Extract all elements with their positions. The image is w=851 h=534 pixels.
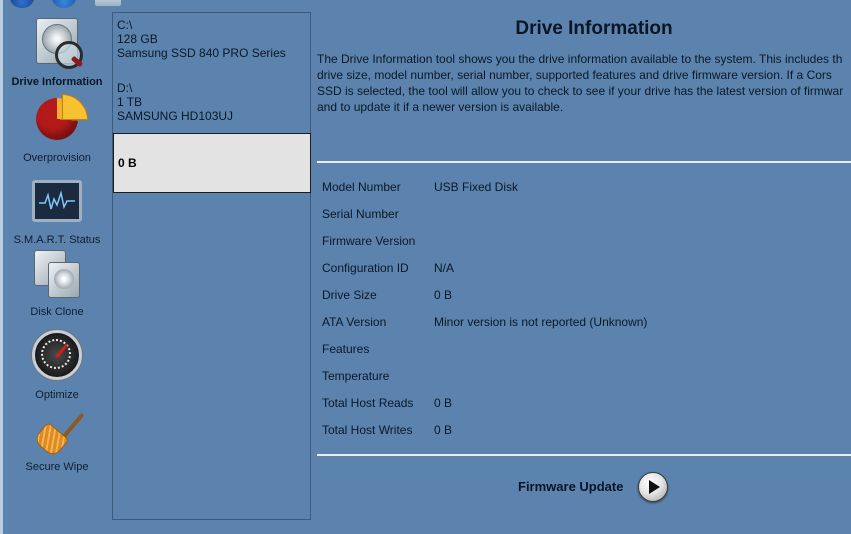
drive-path: D:\ <box>117 81 133 95</box>
info-value: 0 B <box>434 288 453 302</box>
sidebar-item-label: Secure Wipe <box>25 461 89 473</box>
info-label: ATA Version <box>322 315 387 329</box>
info-label: Features <box>322 342 370 356</box>
drive-size: 128 GB <box>117 32 158 46</box>
drive-size: 1 TB <box>117 95 143 109</box>
monitor-icon <box>32 180 82 222</box>
divider-top <box>317 161 851 163</box>
info-label: Configuration ID <box>322 261 409 275</box>
window-edge <box>0 0 3 534</box>
toolbar-globe-icon[interactable] <box>10 0 34 8</box>
info-value: 0 B <box>434 396 453 410</box>
description-line: drive size, model number, serial number,… <box>317 68 832 82</box>
info-label: Total Host Writes <box>322 423 413 437</box>
info-value: 0 B <box>434 423 453 437</box>
drive-model: Samsung SSD 840 PRO Series <box>117 46 286 60</box>
drive-list: C:\ 128 GB Samsung SSD 840 PRO Series D:… <box>112 12 311 520</box>
sidebar-item-label: S.M.A.R.T. Status <box>13 234 101 246</box>
info-label: Serial Number <box>322 207 399 221</box>
description-line: SSD is selected, the tool will allow you… <box>317 84 844 98</box>
toolbar-window-icon[interactable] <box>95 0 121 6</box>
disk-clone-icon <box>34 250 80 298</box>
sidebar-item-label: Optimize <box>35 389 79 401</box>
sidebar-item-secure-wipe[interactable]: Secure Wipe <box>4 406 110 473</box>
sidebar-item-smart-status[interactable]: S.M.A.R.T. Status <box>4 180 110 246</box>
info-label: Temperature <box>322 369 390 383</box>
play-icon <box>649 480 660 494</box>
sidebar-item-label: Overprovision <box>23 152 91 164</box>
divider-bottom <box>317 454 851 456</box>
sidebar-item-label: Drive Information <box>11 76 103 88</box>
sidebar-item-optimize[interactable]: Optimize <box>4 330 110 401</box>
firmware-update-button[interactable] <box>638 472 668 502</box>
broom-icon <box>32 406 85 459</box>
gauge-icon <box>32 330 82 380</box>
description: The Drive Information tool shows you the… <box>317 51 851 115</box>
drive-list-item-c[interactable]: C:\ 128 GB Samsung SSD 840 PRO Series <box>113 18 310 74</box>
info-label: Total Host Reads <box>322 396 414 410</box>
drive-path: C:\ <box>117 18 133 32</box>
page-title: Drive Information <box>515 18 673 39</box>
app-window: Drive Information Overprovision S.M.A.R.… <box>0 0 851 534</box>
description-line: and to update it if a newer version is a… <box>317 100 564 114</box>
info-label: Drive Size <box>322 288 377 302</box>
info-value: N/A <box>434 261 455 275</box>
sidebar-item-drive-information[interactable]: Drive Information <box>4 18 110 88</box>
pie-chart-icon <box>36 94 88 140</box>
sidebar-item-label: Disk Clone <box>30 306 84 318</box>
sidebar-item-disk-clone[interactable]: Disk Clone <box>4 250 110 318</box>
sidebar-item-overprovision[interactable]: Overprovision <box>4 94 110 164</box>
info-label: Firmware Version <box>322 234 416 248</box>
info-value: USB Fixed Disk <box>434 180 519 194</box>
info-value: Minor version is not reported (Unknown) <box>434 315 648 329</box>
firmware-update-label: Firmware Update <box>518 479 624 494</box>
toolbar-help-icon[interactable] <box>52 0 76 8</box>
description-line: The Drive Information tool shows you the… <box>317 52 843 66</box>
drive-model: SAMSUNG HD103UJ <box>117 109 234 123</box>
info-label: Model Number <box>322 180 401 194</box>
drive-size: 0 B <box>118 156 137 170</box>
drive-list-item-d[interactable]: D:\ 1 TB SAMSUNG HD103UJ <box>113 81 310 137</box>
drive-info-icon <box>36 18 84 69</box>
drive-list-item-selected[interactable]: 0 B <box>113 133 311 193</box>
